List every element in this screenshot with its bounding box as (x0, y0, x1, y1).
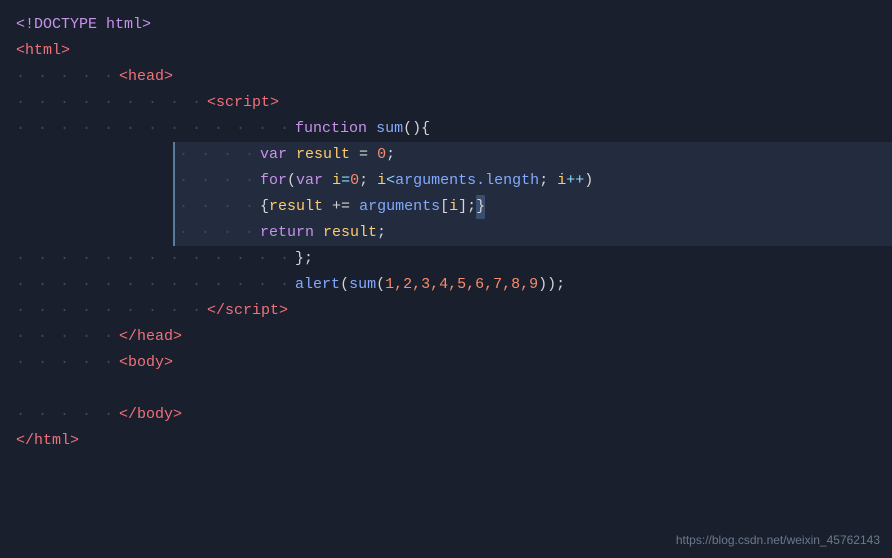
dots-12: · · · · · · · · · (16, 299, 203, 323)
num-zero-2: 0 (350, 169, 359, 193)
brace-open: { (260, 195, 269, 219)
line-8: · · · · {result += arguments[i];} (173, 194, 892, 220)
head-open-tag: <head> (119, 65, 173, 89)
close-parens: )); (538, 273, 565, 297)
html-close-tag: </html> (16, 429, 79, 453)
dots-7: · · · · (179, 169, 256, 193)
for-keyword: for (260, 169, 287, 193)
body-open-tag: <body> (119, 351, 173, 375)
line-12: · · · · · · · · · </script> (0, 298, 892, 324)
semi-2: ; (359, 169, 377, 193)
keyword-function: function (295, 117, 376, 141)
html-open-tag: <html> (16, 39, 70, 63)
close-brace-semi: }; (295, 247, 313, 271)
eq-op: = (341, 169, 350, 193)
pluseq: += (323, 195, 359, 219)
dots-9: · · · · (179, 221, 256, 245)
semi-3: ; (539, 169, 557, 193)
line-3: · · · · · <head> (0, 64, 892, 90)
var-keyword: var (260, 143, 296, 167)
lt-op: < (386, 169, 395, 193)
dots-16: · · · · · (16, 403, 115, 427)
arguments-length: arguments.length (395, 169, 539, 193)
var-i-4: i (449, 195, 458, 219)
body-close-tag: </body> (119, 403, 182, 427)
func-name: sum (376, 117, 403, 141)
code-editor: <!DOCTYPE html> <html> · · · · · <head> … (0, 0, 892, 466)
script-open-tag: <script> (207, 91, 279, 115)
line-13: · · · · · </head> (0, 324, 892, 350)
line-14: · · · · · <body> (0, 350, 892, 376)
dots-5: · · · · · · · · · · · · · (16, 117, 291, 141)
for-paren-open: ( (287, 169, 296, 193)
line-6: · · · · var result = 0; (173, 142, 892, 168)
dots-8: · · · · (179, 195, 256, 219)
dots-13: · · · · · (16, 325, 115, 349)
var-i: i (332, 169, 341, 193)
bracket-close-semi: ]; (458, 195, 476, 219)
line-17: </html> (0, 428, 892, 454)
line-16: · · · · · </body> (0, 402, 892, 428)
semicolon-1: ; (386, 143, 395, 167)
line-1: <!DOCTYPE html> (0, 12, 892, 38)
line-15 (0, 376, 892, 402)
line-11: · · · · · · · · · · · · · alert(sum(1,2,… (0, 272, 892, 298)
args-nums: 1,2,3,4,5,6,7,8,9 (385, 273, 538, 297)
line-9: · · · · return result; (173, 220, 892, 246)
head-close-tag: </head> (119, 325, 182, 349)
dots-4: · · · · · · · · · (16, 91, 203, 115)
dots-10: · · · · · · · · · · · · · (16, 247, 291, 271)
doctype-text: <!DOCTYPE html> (16, 13, 151, 37)
semi-4: ; (377, 221, 386, 245)
line-2: <html> (0, 38, 892, 64)
arguments-i: arguments (359, 195, 440, 219)
empty-line (16, 377, 25, 401)
result-2: result (269, 195, 323, 219)
equals: = (350, 143, 377, 167)
pp-op: ++ (566, 169, 584, 193)
var-i-2: i (377, 169, 386, 193)
sum-call: sum (349, 273, 376, 297)
return-keyword: return (260, 221, 323, 245)
sel-brace: } (476, 195, 485, 219)
var-i-3: i (557, 169, 566, 193)
line-4: · · · · · · · · · <script> (0, 90, 892, 116)
dots-11: · · · · · · · · · · · · · (16, 273, 291, 297)
alert-paren: ( (340, 273, 349, 297)
dots-14: · · · · · (16, 351, 115, 375)
var-keyword-2: var (296, 169, 332, 193)
dots-6: · · · · (179, 143, 256, 167)
result-3: result (323, 221, 377, 245)
func-parens: (){ (403, 117, 430, 141)
for-paren-close: ) (584, 169, 593, 193)
sum-args: ( (376, 273, 385, 297)
line-5: · · · · · · · · · · · · · function sum()… (0, 116, 892, 142)
var-result: result (296, 143, 350, 167)
alert-func: alert (295, 273, 340, 297)
watermark: https://blog.csdn.net/weixin_45762143 (676, 531, 880, 550)
num-zero: 0 (377, 143, 386, 167)
line-7: · · · · for(var i=0; i<arguments.length;… (173, 168, 892, 194)
dots-3: · · · · · (16, 65, 115, 89)
line-10: · · · · · · · · · · · · · }; (0, 246, 892, 272)
bracket-open: [ (440, 195, 449, 219)
script-close-tag: </script> (207, 299, 288, 323)
